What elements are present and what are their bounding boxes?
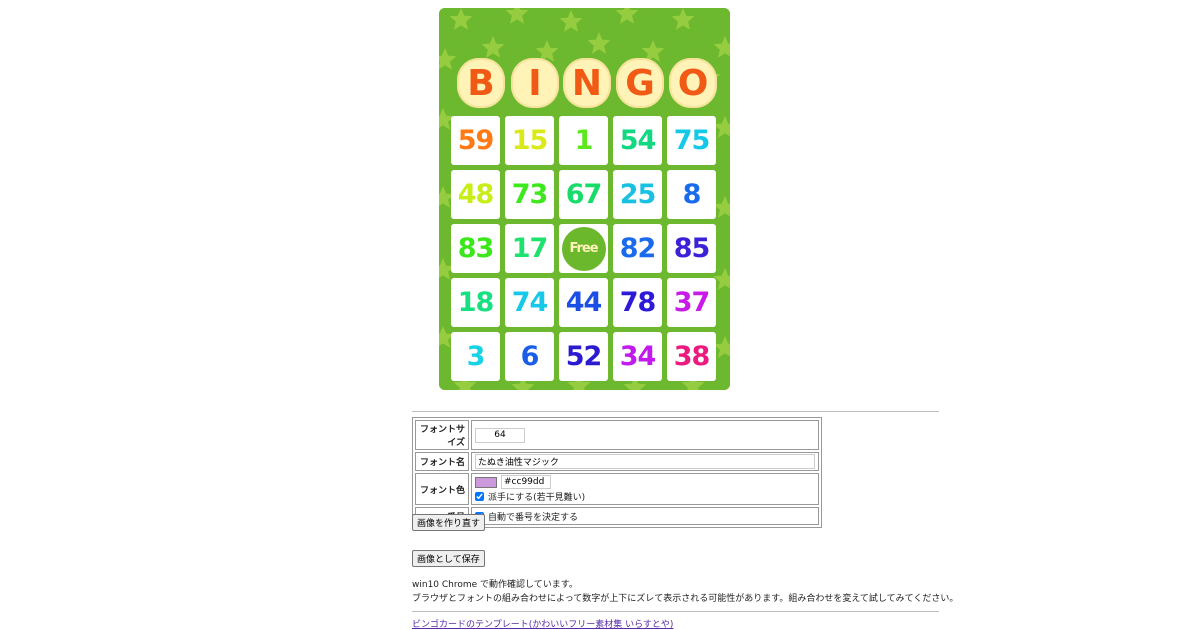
bingo-number: 48 — [457, 179, 495, 210]
bingo-number: 15 — [511, 125, 549, 156]
bingo-number: 1 — [574, 125, 594, 156]
font-size-value-cell — [471, 420, 819, 450]
bingo-number: 85 — [673, 233, 711, 264]
bingo-number: 38 — [673, 341, 711, 372]
bingo-cell: 37 — [667, 278, 716, 327]
bingo-cell: 83 — [451, 224, 500, 273]
bingo-title: B I N G O — [439, 58, 730, 114]
color-hex-input[interactable] — [501, 475, 551, 489]
bingo-number: 52 — [565, 341, 603, 372]
bingo-cell: 38 — [667, 332, 716, 381]
font-name-label: フォント名 — [415, 452, 469, 471]
bingo-cell-free: Free — [559, 224, 608, 273]
warning-note: ブラウザとフォントの組み合わせによって数字が上下にズレて表示される可能性がありま… — [412, 594, 959, 604]
font-size-input[interactable] — [475, 427, 525, 443]
title-letter-i: I — [511, 58, 559, 108]
number-value-cell: 自動で番号を決定する — [471, 507, 819, 525]
font-color-label: フォント色 — [415, 473, 469, 505]
font-color-row: フォント色 派手にする(若干見難い) — [415, 473, 819, 505]
fancy-checkbox[interactable] — [475, 491, 484, 501]
bingo-cell: 75 — [667, 116, 716, 165]
bingo-cell: 73 — [505, 170, 554, 219]
bingo-cell: 44 — [559, 278, 608, 327]
color-picker-swatch[interactable] — [475, 476, 497, 488]
bingo-cell: 52 — [559, 332, 608, 381]
tested-note: win10 Chrome で動作確認しています。 — [412, 580, 578, 590]
bingo-cell: 18 — [451, 278, 500, 327]
bingo-number: 54 — [619, 125, 657, 156]
bingo-number: 18 — [457, 287, 495, 318]
regenerate-image-button[interactable]: 画像を作り直す — [412, 514, 486, 531]
bingo-cell: 6 — [505, 332, 554, 381]
bingo-number: 25 — [619, 179, 657, 210]
auto-number-label: 自動で番号を決定する — [488, 512, 579, 523]
bingo-number: 44 — [565, 287, 603, 318]
font-name-row: フォント名 — [415, 452, 819, 471]
bingo-cell: 1 — [559, 116, 608, 165]
title-letter-n: N — [563, 58, 611, 108]
font-name-value-cell — [471, 452, 819, 471]
bingo-cell: 54 — [613, 116, 662, 165]
divider — [412, 611, 939, 612]
fancy-checkbox-label: 派手にする(若干見難い) — [488, 492, 586, 503]
title-letter-g: G — [616, 58, 664, 108]
bingo-number: 73 — [511, 179, 549, 210]
bingo-cell: 8 — [667, 170, 716, 219]
bingo-cell: 74 — [505, 278, 554, 327]
bingo-cell: 34 — [613, 332, 662, 381]
bingo-cell: 78 — [613, 278, 662, 327]
bingo-cell: 59 — [451, 116, 500, 165]
bingo-number: 3 — [466, 341, 486, 372]
bingo-cell: 82 — [613, 224, 662, 273]
bingo-cell: 25 — [613, 170, 662, 219]
bingo-cell: 67 — [559, 170, 608, 219]
bingo-number: 74 — [511, 287, 549, 318]
bingo-number: 34 — [619, 341, 657, 372]
bingo-cell: 85 — [667, 224, 716, 273]
bingo-cell: 17 — [505, 224, 554, 273]
bingo-cell: 48 — [451, 170, 500, 219]
template-credit-link[interactable]: ビンゴカードのテンプレート(かわいいフリー素材集 いらすとや) — [412, 617, 673, 630]
title-letter-o: O — [669, 58, 717, 108]
font-color-value-cell: 派手にする(若干見難い) — [471, 473, 819, 505]
bingo-number: 75 — [673, 125, 711, 156]
bingo-number: 67 — [565, 179, 603, 210]
bingo-number: 82 — [619, 233, 657, 264]
bingo-number: 78 — [619, 287, 657, 318]
bingo-number: 8 — [682, 179, 702, 210]
settings-table: フォントサイズ フォント名 フォント色 派手にする(若干見難い) 番号 — [412, 417, 822, 528]
font-name-input[interactable] — [475, 454, 815, 469]
font-size-row: フォントサイズ — [415, 420, 819, 450]
bingo-card-image: B I N G O 59 15 1 54 75 48 73 67 25 8 83 17 Free 82 85… — [439, 8, 730, 390]
bingo-number: 83 — [457, 233, 495, 264]
bingo-number: 17 — [511, 233, 549, 264]
divider — [412, 411, 939, 412]
font-size-label: フォントサイズ — [415, 420, 469, 450]
bingo-number: 6 — [520, 341, 540, 372]
bingo-number: 59 — [457, 125, 495, 156]
free-space-badge: Free — [561, 226, 606, 271]
bingo-number: 37 — [673, 287, 711, 318]
bingo-cell: 15 — [505, 116, 554, 165]
bingo-cell: 3 — [451, 332, 500, 381]
title-letter-b: B — [457, 58, 505, 108]
save-image-button[interactable]: 画像として保存 — [412, 550, 485, 567]
